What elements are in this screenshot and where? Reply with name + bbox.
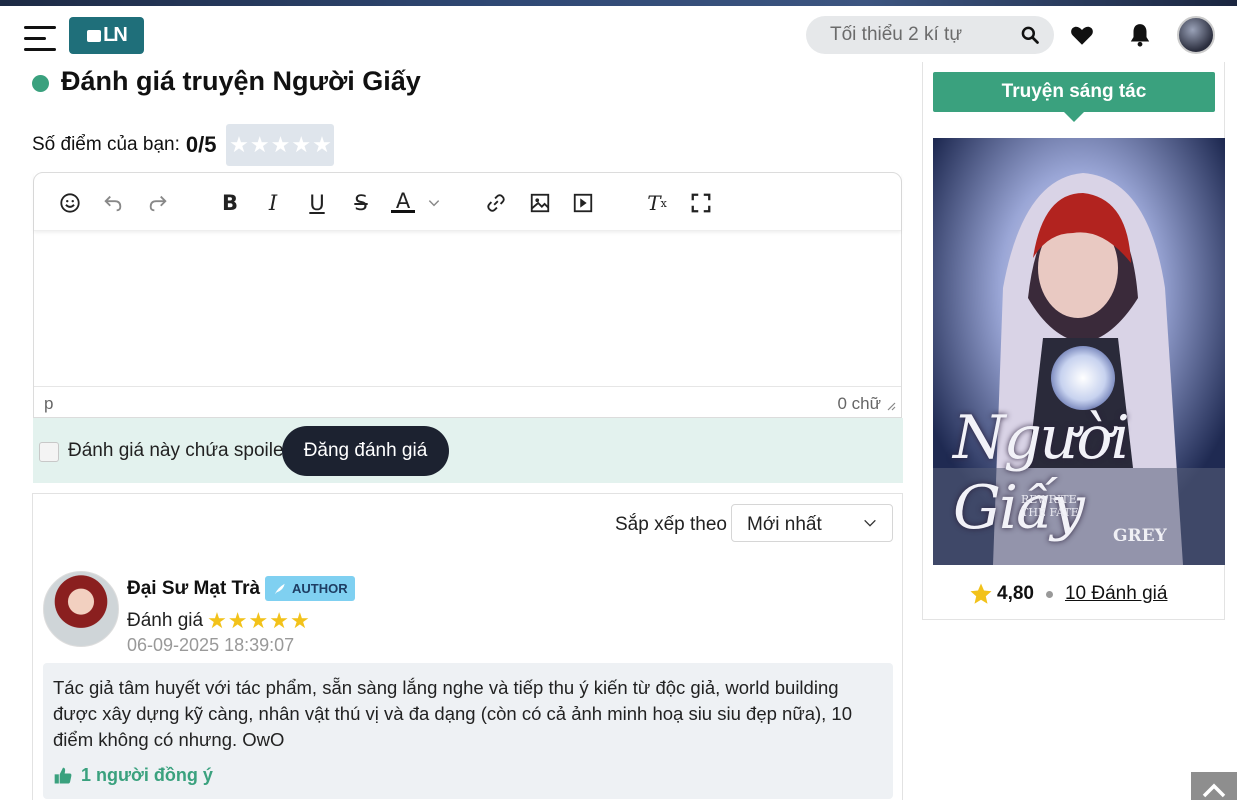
media-icon[interactable] (571, 191, 595, 215)
search-input[interactable] (830, 16, 1020, 54)
text-color-dropdown-icon[interactable] (422, 191, 446, 215)
review-list: Sắp xếp theo Mới nhất Đại Sư Mạt Trà AUT… (32, 493, 903, 800)
word-count[interactable]: 0 chữ (837, 394, 881, 414)
user-score: Số điểm của bạn: 0/5 ★ ★ ★ ★ ★ (32, 124, 335, 166)
undo-icon[interactable] (101, 191, 125, 215)
author-badge: AUTHOR (265, 576, 355, 601)
review-date: 06-09-2025 18:39:07 (127, 635, 295, 655)
emoji-icon[interactable] (58, 191, 82, 215)
reviewer-avatar[interactable] (43, 571, 119, 647)
thumbs-up-icon (54, 767, 72, 783)
reviews-link[interactable]: 10 Đánh giá (1065, 583, 1167, 605)
editor-toolbar: B I U S A Tx (34, 173, 901, 231)
cover-subtitle: REWRITE THE FATE (1021, 493, 1079, 519)
page-title: Đánh giá truyện Người Giấy (61, 65, 421, 96)
review-editor: B I U S A Tx p 0 chữ (33, 172, 902, 418)
star-icon[interactable]: ★ (271, 132, 291, 158)
sidebar-story-card: Truyện sáng tác Người Giấy REWRITE THE F… (922, 62, 1225, 620)
sort-select[interactable]: Mới nhất (731, 504, 893, 542)
cover-author: GREY (1113, 526, 1167, 546)
heart-icon[interactable] (1069, 22, 1095, 48)
star-icon[interactable]: ★ (291, 132, 311, 158)
sort-selected-value: Mới nhất (747, 514, 822, 535)
image-icon[interactable] (528, 191, 552, 215)
sort-label: Sắp xếp theo (615, 514, 727, 535)
clear-format-icon[interactable]: Tx (645, 191, 669, 215)
bell-icon[interactable] (1127, 22, 1153, 48)
reviewer-name[interactable]: Đại Sư Mạt Trà (127, 578, 260, 600)
chevron-down-icon (864, 519, 876, 527)
story-rating: 4,80 (997, 583, 1034, 604)
search-box (806, 16, 1054, 54)
link-icon[interactable] (484, 191, 508, 215)
spoiler-bar: Đánh giá này chứa spoiler Đăng đánh giá (33, 418, 903, 483)
review-rating: Đánh giá ★★★★★ (127, 608, 311, 634)
review-textarea[interactable] (34, 232, 901, 386)
italic-icon[interactable]: I (261, 191, 285, 215)
story-cover[interactable]: Người Giấy REWRITE THE FATE GREY (933, 138, 1225, 565)
star-icon (970, 583, 992, 604)
like-count: 1 người đồng ý (81, 765, 213, 785)
feather-icon (274, 583, 285, 594)
element-path[interactable]: p (44, 394, 53, 414)
sidebar-title: Truyện sáng tác (933, 72, 1215, 122)
user-avatar[interactable] (1177, 16, 1215, 54)
resize-handle-icon[interactable] (886, 401, 896, 411)
strikethrough-icon[interactable]: S (349, 191, 373, 215)
submit-review-button[interactable]: Đăng đánh giá (282, 426, 449, 476)
title-dot-icon (32, 74, 49, 92)
star-rating-input[interactable]: ★ ★ ★ ★ ★ (226, 124, 335, 166)
page-title-row: Đánh giá truyện Người Giấy (32, 64, 421, 98)
spoiler-checkbox[interactable] (39, 442, 59, 462)
editor-statusbar: p 0 chữ (34, 386, 901, 418)
text-color-icon[interactable]: A (391, 190, 415, 213)
cover-title: Người Giấy (953, 403, 1130, 543)
story-stats: 4,80 10 Đánh giá (969, 580, 1167, 608)
star-icon[interactable]: ★ (229, 132, 249, 158)
chevron-up-icon (1202, 783, 1226, 798)
star-icon[interactable]: ★ (250, 132, 270, 158)
author-badge-label: AUTHOR (292, 581, 348, 596)
bold-icon[interactable]: B (218, 191, 242, 215)
rating-stars: ★★★★★ (207, 608, 311, 633)
site-logo[interactable]: LN (69, 17, 144, 54)
review-text: Tác giả tâm huyết với tác phẩm, sẵn sàng… (53, 677, 853, 750)
redo-icon[interactable] (146, 191, 170, 215)
like-button[interactable]: 1 người đồng ý (53, 765, 213, 786)
star-icon[interactable]: ★ (312, 132, 332, 158)
menu-icon[interactable] (24, 26, 58, 52)
review-body: Tác giả tâm huyết với tác phẩm, sẵn sàng… (43, 663, 893, 799)
separator-dot (1045, 590, 1053, 598)
search-icon[interactable] (1020, 25, 1040, 45)
back-to-top-button[interactable] (1191, 772, 1237, 800)
rating-label: Đánh giá (127, 610, 204, 631)
book-icon (87, 29, 102, 42)
score-value: 0/5 (185, 132, 217, 157)
site-header: LN (0, 6, 1237, 64)
underline-icon[interactable]: U (305, 191, 329, 215)
score-label: Số điểm của bạn: (32, 134, 180, 155)
spoiler-label: Đánh giá này chứa spoiler (68, 440, 290, 461)
fullscreen-icon[interactable] (689, 191, 713, 215)
